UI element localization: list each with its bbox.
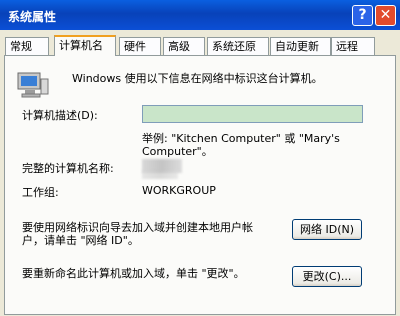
network-id-text-line2: 户，请单击 "网络 ID"。 [22,234,139,247]
tab-remote[interactable]: 远程 [331,37,375,55]
tab-hardware[interactable]: 硬件 [119,37,161,55]
title-bar: 系统属性 ? ✕ [0,0,400,30]
help-button[interactable]: ? [352,5,373,26]
computer-icon [17,72,49,98]
tab-system-restore[interactable]: 系统还原 [207,37,269,55]
computer-description-input[interactable] [142,105,363,123]
tab-auto-update[interactable]: 自动更新 [270,37,331,55]
description-label: 计算机描述(D): [22,109,98,122]
rename-text: 要重新命名此计算机或加入域，单击 "更改"。 [22,267,245,280]
workgroup-value: WORKGROUP [142,184,216,197]
workgroup-label: 工作组: [22,186,59,199]
close-button[interactable]: ✕ [375,5,396,26]
full-name-value-redacted-2 [142,170,178,179]
full-name-label: 完整的计算机名称: [22,162,114,175]
tab-advanced[interactable]: 高级 [163,37,205,55]
tab-general[interactable]: 常规 [5,37,49,55]
tab-computer-name[interactable]: 计算机名 [54,35,116,56]
network-id-button[interactable]: 网络 ID(N) [292,219,362,240]
change-button[interactable]: 更改(C)... [292,266,362,287]
example-text-line2: Computer"。 [142,145,213,158]
tab-strip: 常规 计算机名 硬件 高级 系统还原 自动更新 远程 [5,35,395,56]
window-title: 系统属性 [8,10,57,24]
intro-text: Windows 使用以下信息在网络中标识这台计算机。 [72,72,323,85]
